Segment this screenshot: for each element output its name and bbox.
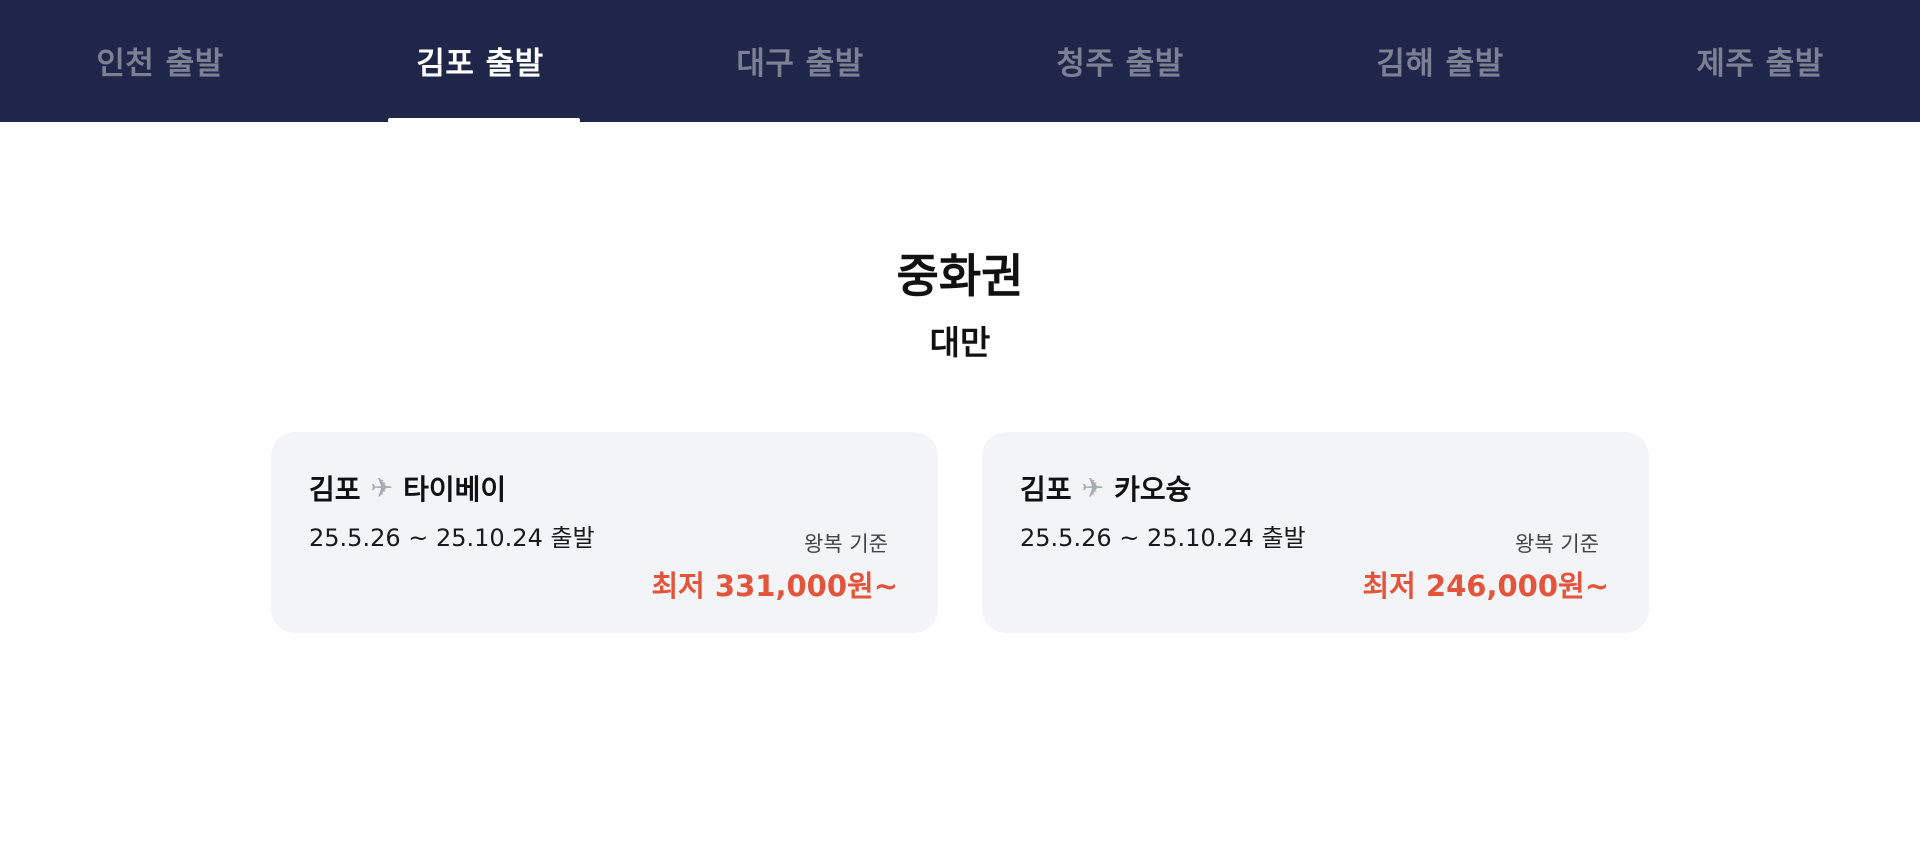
destination-label: 타이베이: [403, 473, 507, 506]
tab-gimhae-departure[interactable]: 김해 출발: [1280, 0, 1600, 122]
origin-label: 김포: [309, 473, 361, 506]
fare-basis: 왕복 기준: [1515, 532, 1599, 556]
tab-label: 대구 출발: [736, 45, 864, 82]
route-card-kaohsiung[interactable]: 김포 ✈ 카오슝 25.5.26 ~ 25.10.24 출발 왕복 기준 최저 …: [982, 432, 1649, 633]
tab-label: 제주 출발: [1696, 45, 1824, 82]
tab-cheongju-departure[interactable]: 청주 출발: [960, 0, 1280, 122]
tab-daegu-departure[interactable]: 대구 출발: [640, 0, 960, 122]
plane-icon: ✈: [370, 472, 394, 504]
tab-label: 인천 출발: [96, 45, 224, 82]
route-title: 김포 ✈ 카오슝: [1020, 468, 1191, 508]
plane-icon: ✈: [1081, 472, 1105, 504]
origin-label: 김포: [1020, 473, 1072, 506]
tab-incheon-departure[interactable]: 인천 출발: [0, 0, 320, 122]
lowest-price: 최저 331,000원~: [651, 569, 898, 603]
tab-jeju-departure[interactable]: 제주 출발: [1600, 0, 1920, 122]
tab-label: 김해 출발: [1376, 45, 1504, 82]
departure-tab-bar: 인천 출발 김포 출발 대구 출발 청주 출발 김해 출발 제주 출발: [0, 0, 1920, 122]
fare-basis: 왕복 기준: [804, 532, 888, 556]
tab-gimpo-departure[interactable]: 김포 출발: [320, 0, 640, 122]
route-title: 김포 ✈ 타이베이: [309, 468, 506, 508]
departure-dates: 25.5.26 ~ 25.10.24 출발: [1020, 524, 1306, 552]
region-title: 중화권: [896, 249, 1024, 303]
destination-label: 카오슝: [1114, 473, 1192, 506]
lowest-price: 최저 246,000원~: [1362, 569, 1609, 603]
region-subtitle: 대만: [929, 323, 991, 362]
tab-label: 청주 출발: [1056, 45, 1184, 82]
departure-dates: 25.5.26 ~ 25.10.24 출발: [309, 524, 595, 552]
route-card-taipei[interactable]: 김포 ✈ 타이베이 25.5.26 ~ 25.10.24 출발 왕복 기준 최저…: [271, 432, 938, 633]
tab-label: 김포 출발: [416, 45, 544, 82]
route-card-list: 김포 ✈ 타이베이 25.5.26 ~ 25.10.24 출발 왕복 기준 최저…: [271, 432, 1649, 633]
